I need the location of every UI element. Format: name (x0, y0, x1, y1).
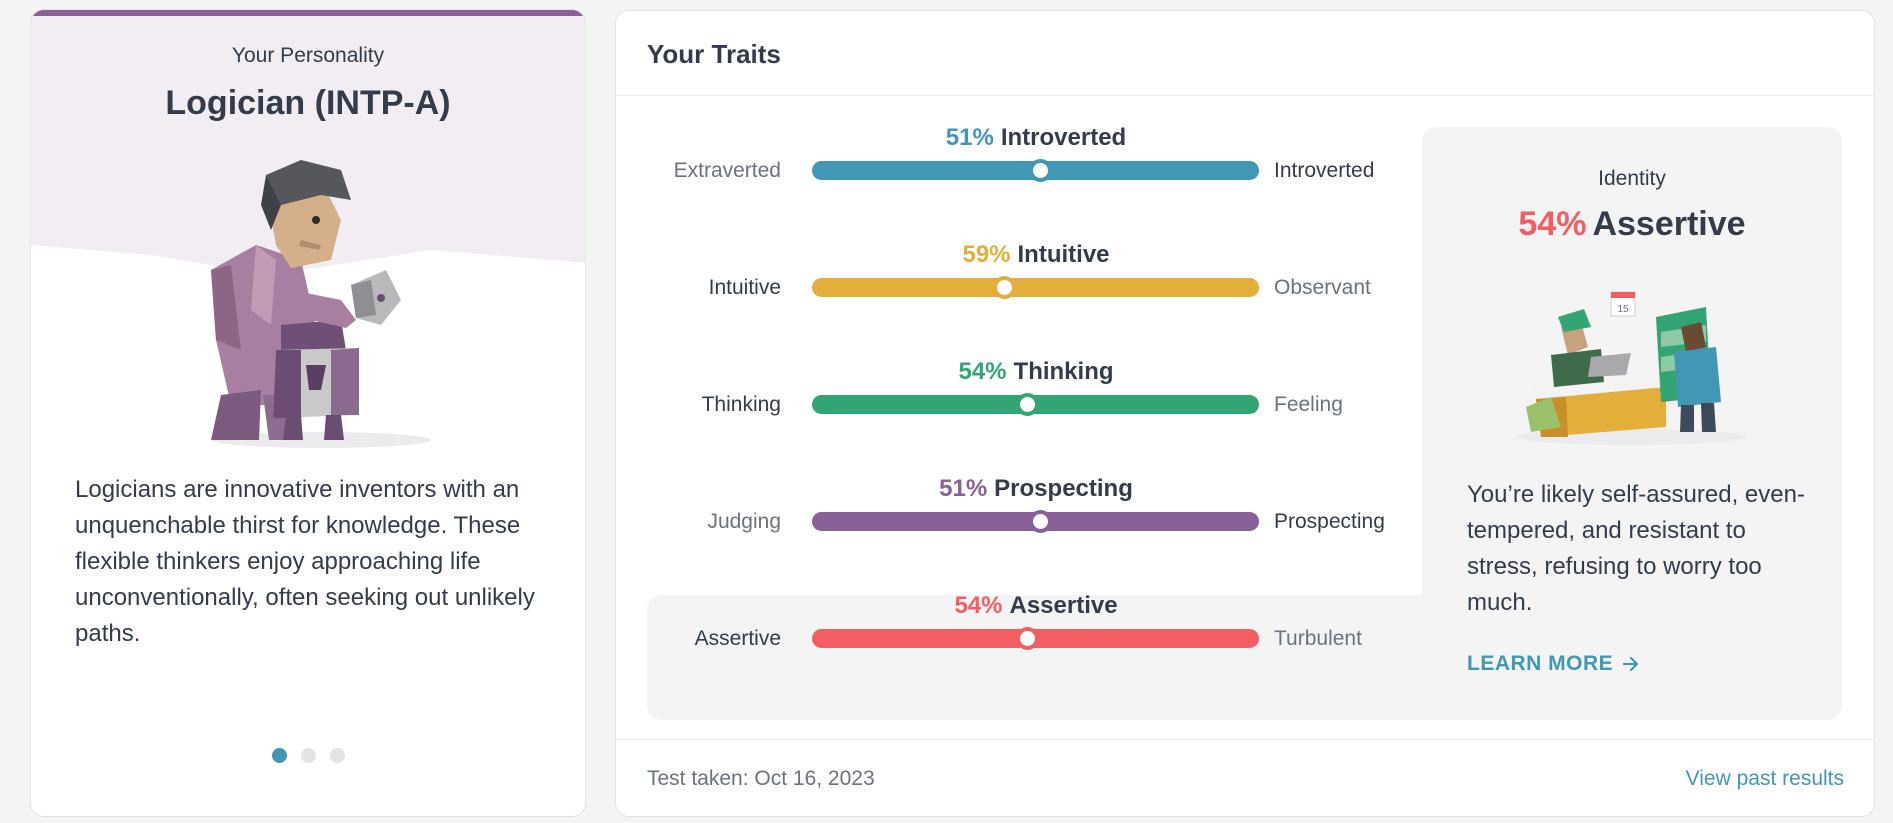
trait-slider-knob (1028, 510, 1052, 533)
identity-percent: 54% (1518, 205, 1587, 243)
trait-name: Prospecting (994, 475, 1133, 502)
trait-slider-knob (1028, 159, 1052, 182)
trait-row-assertive: 54% Assertive Assertive Turbulent (616, 592, 1416, 702)
view-past-results-link[interactable]: View past results (1686, 767, 1844, 791)
carousel-dot-1[interactable] (271, 748, 287, 763)
trait-title: 51% Prospecting (616, 475, 1456, 503)
carousel-dot-2[interactable] (300, 748, 316, 763)
personality-description: Logicians are innovative inventors with … (75, 476, 535, 647)
trait-left-label: Thinking (701, 393, 781, 416)
personality-label: Your Personality (231, 44, 385, 67)
trait-percent: 54% (954, 592, 1003, 619)
learn-more-label: LEARN MORE (1467, 652, 1614, 675)
trait-title: 54% Assertive (616, 592, 1456, 620)
trait-row-thinking: 54% Thinking Thinking Feeling (616, 358, 1416, 468)
trait-percent: 54% (958, 358, 1007, 385)
traits-header: Your Traits (647, 39, 781, 69)
trait-title: 51% Introverted (616, 124, 1456, 152)
carousel-dot-3[interactable] (329, 748, 345, 763)
trait-row-intuitive: 59% Intuitive Intuitive Observant (616, 241, 1416, 351)
trait-left-label: Intuitive (708, 276, 781, 299)
trait-left-label: Assertive (694, 627, 781, 650)
identity-label: Identity (1598, 167, 1666, 190)
carousel-dots (31, 748, 585, 763)
svg-text:15: 15 (1617, 304, 1629, 315)
trait-slider-knob (1015, 393, 1039, 416)
personality-card: Your Personality Logician (INTP-A) Logic… (30, 9, 586, 817)
trait-left-label: Extraverted (673, 159, 781, 182)
trait-left-label: Judging (707, 510, 781, 533)
trait-bar (812, 278, 1259, 297)
accent-strip (31, 10, 585, 16)
footer-divider (616, 739, 1874, 740)
traits-card: Your Traits 51% Introverted Extraverted Int… (615, 10, 1875, 817)
trait-right-label: Observant (1274, 276, 1371, 299)
assertive-illustration: 15 (1516, 291, 1746, 445)
trait-slider-knob (1015, 627, 1039, 650)
trait-right-label: Introverted (1274, 159, 1375, 182)
trait-percent: 51% (945, 124, 994, 151)
test-date: Test taken: Oct 16, 2023 (647, 767, 875, 790)
trait-right-label: Prospecting (1274, 510, 1385, 533)
trait-name: Intuitive (1017, 241, 1110, 268)
learn-more-link[interactable]: LEARN MORE (1467, 652, 1641, 676)
identity-value: 54% Assertive (1422, 205, 1842, 244)
trait-name: Introverted (1000, 124, 1127, 151)
trait-title: 54% Thinking (616, 358, 1456, 386)
identity-name: Assertive (1592, 205, 1746, 243)
trait-title: 59% Intuitive (616, 241, 1456, 269)
trait-row-prospecting: 51% Prospecting Judging Prospecting (616, 475, 1416, 585)
trait-right-label: Feeling (1274, 393, 1343, 416)
trait-name: Assertive (1009, 592, 1118, 619)
trait-right-label: Turbulent (1274, 627, 1362, 650)
trait-row-introverted: 51% Introverted Extraverted Introverted (616, 124, 1416, 234)
arrow-right-icon (1623, 656, 1639, 672)
trait-percent: 51% (939, 475, 988, 502)
trait-name: Thinking (1013, 358, 1114, 385)
identity-panel: Identity 54% Assertive 15 You’re likely … (1422, 127, 1842, 720)
identity-description: You’re likely self-assured, even-tempere… (1467, 481, 1805, 616)
personality-title: Logician (INTP-A) (165, 84, 451, 122)
header-divider (616, 95, 1874, 96)
logician-illustration (211, 160, 431, 448)
trait-percent: 59% (962, 241, 1011, 268)
